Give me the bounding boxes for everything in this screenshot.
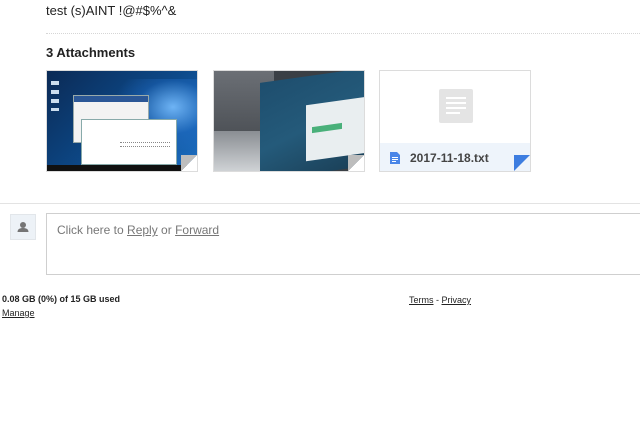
forward-link[interactable]: Forward: [175, 223, 219, 237]
attachment-file-name: 2017-11-18.txt: [410, 151, 489, 165]
reply-section-divider: [0, 203, 640, 204]
reply-or-text: or: [157, 223, 176, 237]
storage-usage-text: 0.08 GB (0%) of 15 GB used: [2, 294, 121, 304]
desktop-icons: [51, 81, 59, 111]
user-avatar: [10, 214, 36, 240]
text-file-icon: [390, 152, 400, 164]
reply-box[interactable]: Click here to Reply or Forward: [46, 213, 640, 275]
manage-storage-link[interactable]: Manage: [2, 308, 35, 318]
attachments-divider: [46, 33, 640, 34]
reply-link[interactable]: Reply: [127, 223, 158, 237]
reply-prompt-prefix: Click here to: [57, 223, 128, 237]
attachment-thumbnail-desktop-screenshot[interactable]: [46, 70, 198, 172]
taskbar-preview: [47, 165, 197, 171]
dialog-preview: [81, 119, 177, 165]
email-message-view: test (s)AINT !@#$%^& 3 Attachments 2017-…: [0, 0, 640, 429]
reply-prompt: Click here to Reply or Forward: [57, 223, 219, 237]
document-icon: [439, 89, 473, 123]
page-fold-shade: [181, 155, 197, 171]
legal-separator: -: [433, 295, 442, 305]
terms-link[interactable]: Terms: [409, 295, 434, 305]
attachment-thumbnail-text-file[interactable]: 2017-11-18.txt: [379, 70, 531, 172]
page-fold-corner: [514, 155, 530, 171]
attachments-heading: 3 Attachments: [46, 45, 136, 60]
privacy-link[interactable]: Privacy: [442, 295, 472, 305]
page-fold-shade: [348, 155, 364, 171]
person-icon: [17, 222, 29, 232]
attachment-thumbnail-monitor-photo[interactable]: [213, 70, 365, 172]
footer-legal-links: Terms - Privacy: [409, 295, 471, 305]
message-body-text: test (s)AINT !@#$%^&: [46, 3, 177, 18]
